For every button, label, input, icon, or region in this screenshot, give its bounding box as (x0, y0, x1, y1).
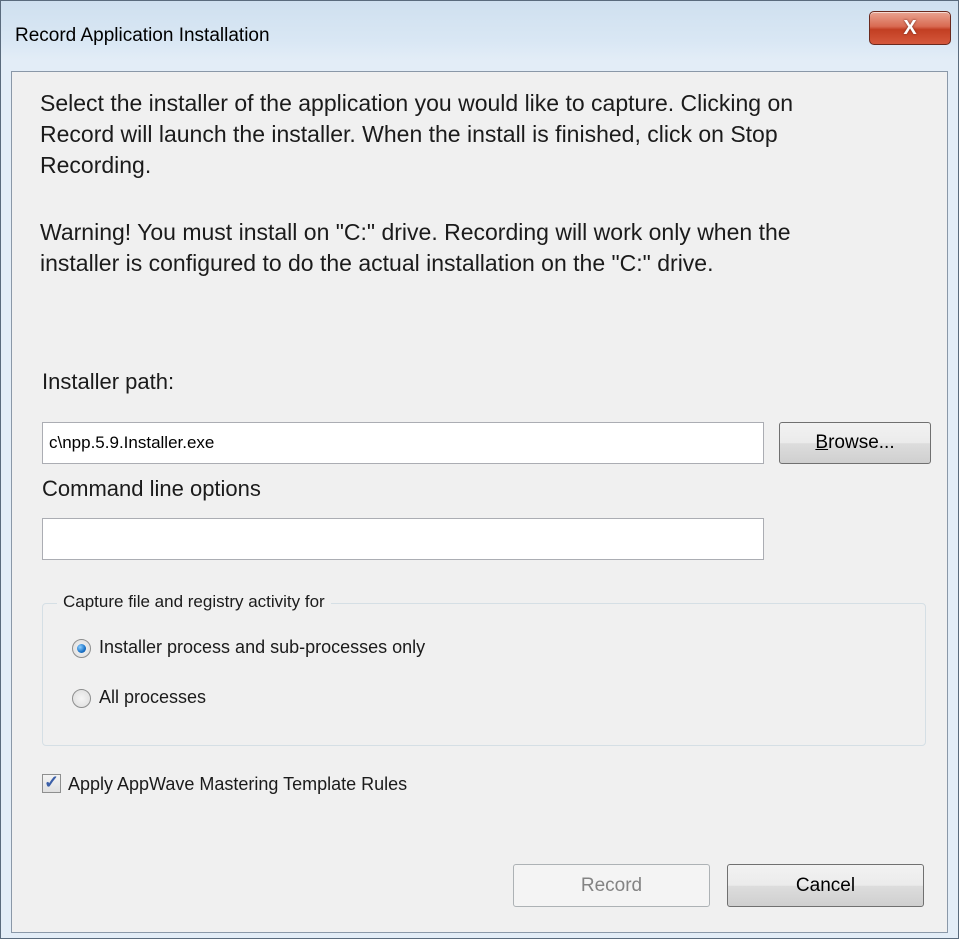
installer-path-label: Installer path: (42, 369, 175, 394)
instructions-line: Recording. (40, 152, 152, 178)
browse-mnemonic: B (815, 432, 829, 453)
close-button[interactable]: X (869, 11, 951, 45)
browse-label: rowse... (828, 432, 895, 453)
title-bar[interactable]: Record Application Installation X (1, 1, 958, 71)
warning-line: Warning! You must install on "C:" drive.… (40, 219, 791, 245)
window-title: Record Application Installation (15, 25, 270, 46)
dialog-window: Record Application Installation X Select… (0, 0, 959, 939)
warning-line: installer is configured to do the actual… (40, 250, 714, 276)
warning-text: Warning! You must install on "C:" drive.… (40, 217, 920, 279)
mastering-rules-label[interactable]: Apply AppWave Mastering Template Rules (68, 774, 407, 795)
browse-button[interactable]: Browse... (779, 422, 931, 464)
command-line-input[interactable] (42, 518, 764, 560)
command-line-label: Command line options (42, 476, 261, 501)
cancel-button[interactable]: Cancel (727, 864, 924, 907)
radio-all-processes-label[interactable]: All processes (99, 687, 206, 708)
instructions-text: Select the installer of the application … (40, 88, 920, 181)
capture-groupbox: Capture file and registry activity for I… (42, 592, 926, 746)
instructions-line: Record will launch the installer. When t… (40, 121, 778, 147)
mastering-rules-checkbox[interactable]: ✓ (42, 772, 61, 793)
radio-installer-only[interactable] (72, 639, 91, 658)
radio-all-processes[interactable] (72, 689, 91, 708)
installer-path-input[interactable] (42, 422, 764, 464)
record-button[interactable]: Record (513, 864, 710, 907)
radio-selected-dot (77, 644, 86, 653)
capture-group-legend: Capture file and registry activity for (57, 592, 331, 612)
close-icon: X (903, 16, 917, 39)
dialog-body: Select the installer of the application … (11, 71, 948, 933)
checkmark-icon: ✓ (43, 772, 60, 792)
instructions-line: Select the installer of the application … (40, 90, 794, 116)
radio-installer-only-label[interactable]: Installer process and sub-processes only (99, 637, 425, 658)
